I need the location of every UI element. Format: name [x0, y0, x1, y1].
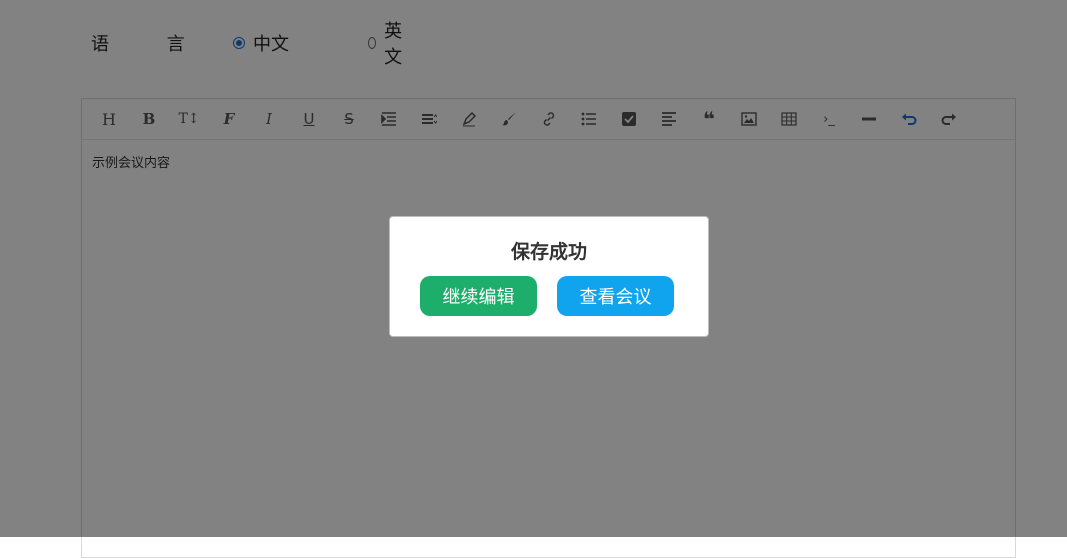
view-meeting-button[interactable]: 查看会议 [557, 276, 674, 316]
continue-editing-button[interactable]: 继续编辑 [420, 276, 537, 316]
dialog-title: 保存成功 [510, 241, 587, 263]
page: 语 言 中文 英文 H B T↕ F I U S ❝ ›_ 示例会议内容 保存成… [0, 0, 1067, 558]
save-success-dialog: 保存成功 继续编辑 查看会议 [389, 216, 709, 337]
